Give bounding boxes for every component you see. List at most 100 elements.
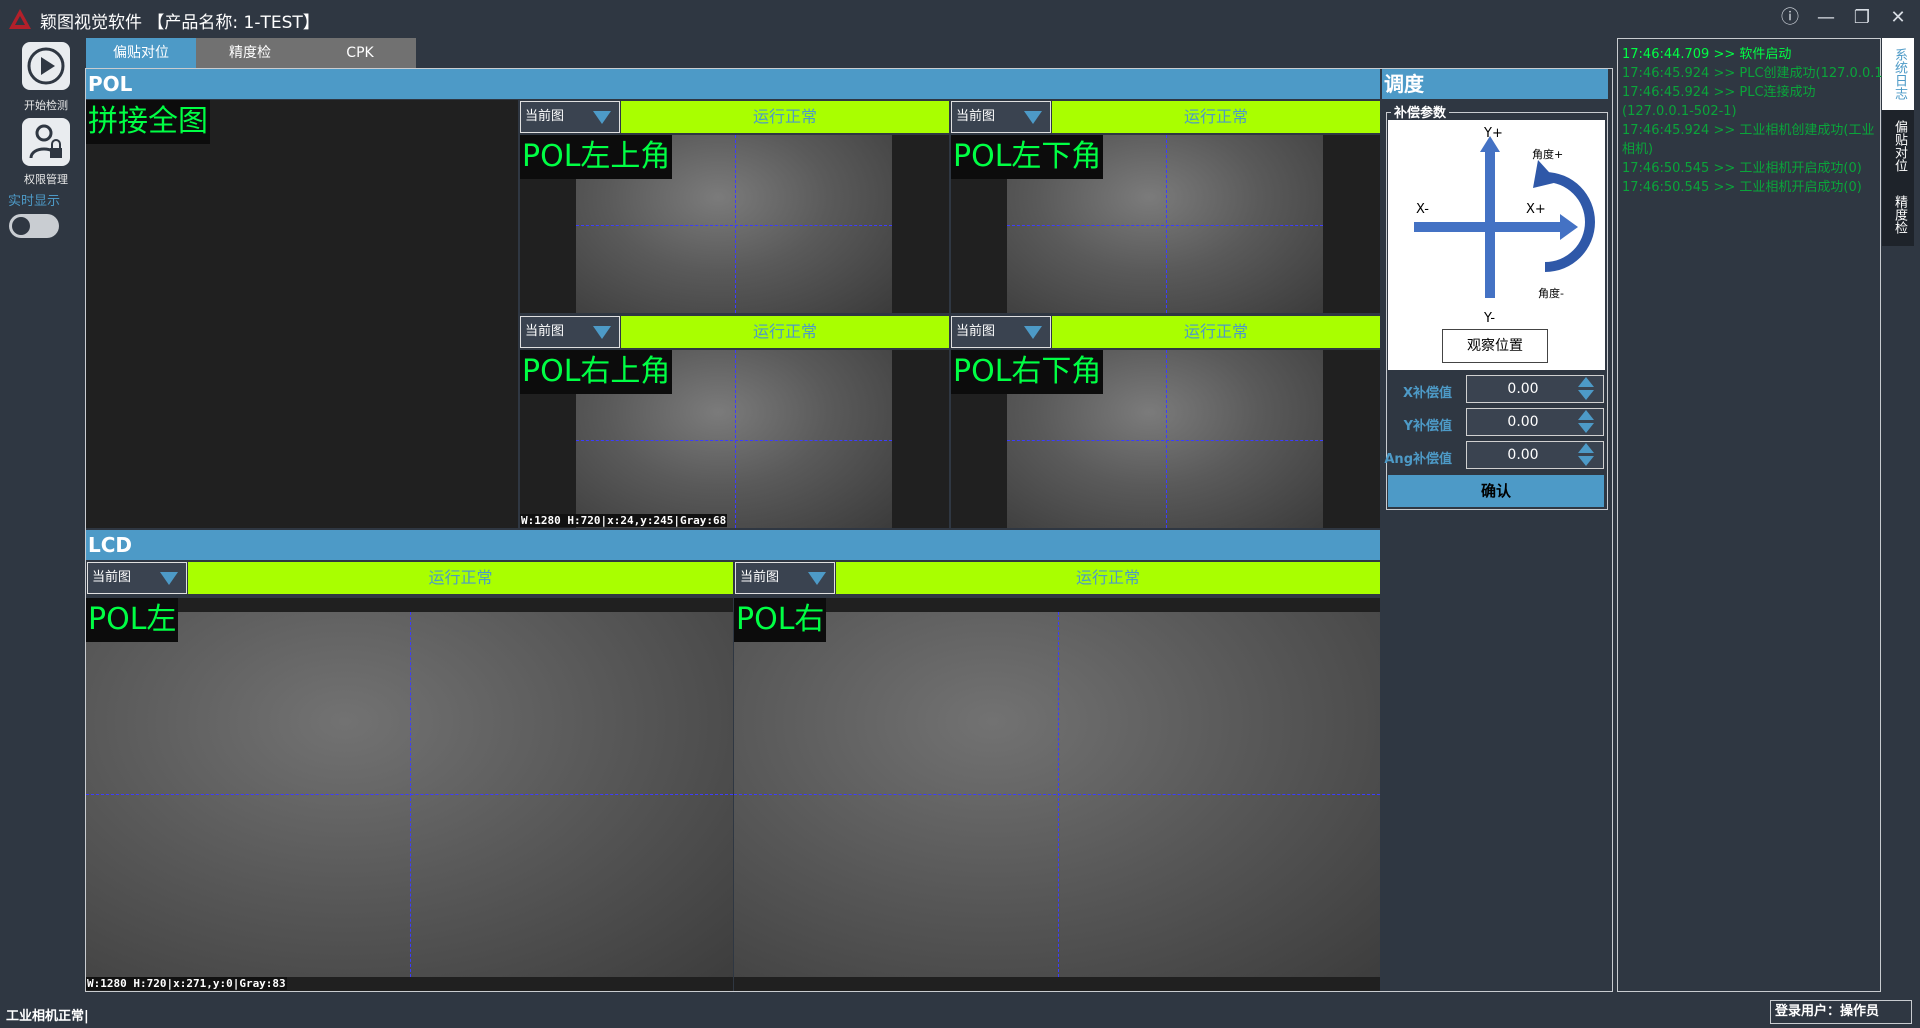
status-pol-rb: 运行正常 [1052,316,1380,348]
restore-icon[interactable]: ❐ [1849,6,1875,30]
image-info: W:1280 H:720|x:271,y:0|Gray:83 [86,977,287,990]
start-detect-label: 开始检测 [24,99,68,112]
y-comp-label: Y补偿值 [1403,419,1452,434]
dropdown-icon [593,111,611,124]
x-comp-label: X补偿值 [1402,386,1452,401]
stitch-view: 拼接全图 [86,100,518,528]
crosshair-h [576,225,892,226]
camera-status: 工业相机正常| [6,1009,89,1024]
cam-view-pol-rt: POL右上角 W:1280 H:720|x:24,y:245|Gray:68 [520,350,949,528]
xplus-label: X+ [1526,202,1546,217]
spin-down-icon[interactable] [1578,423,1594,433]
x-comp-value: 0.00 [1507,381,1539,397]
cam-view-pol-lt: POL左上角 [520,135,949,313]
cam-select-pol-lb[interactable]: 当前图 [951,101,1051,133]
play-icon [27,47,65,85]
rtab-jingdu[interactable]: 精度检 [1882,182,1914,246]
realtime-label: 实时显示 [8,194,61,209]
select-value: 当前图 [92,570,132,585]
cam-label-pol-rt: POL右上角 [520,350,673,394]
tab-cpk[interactable]: CPK [304,38,416,68]
log-panel: 17:46:44.709 >> 软件启动 17:46:45.924 >> PLC创… [1617,38,1888,992]
angminus-label: 角度- [1538,287,1564,300]
y-comp-spinner[interactable] [1575,408,1597,436]
status-lcd-left: 运行正常 [188,562,733,594]
cam-select-pol-rt[interactable]: 当前图 [520,316,620,348]
cam-view-pol-rb: POL右下角 [951,350,1380,528]
app-title: 颖图视觉软件 [40,13,142,33]
cam-select-pol-lt[interactable]: 当前图 [520,101,620,133]
log-line: 17:46:45.924 >> PLC连接成功 [1622,85,1816,100]
spin-down-icon[interactable] [1578,390,1594,400]
window-title: 颖图视觉软件 【产品名称: 1-TEST】 [40,8,320,33]
confirm-button[interactable]: 确认 [1388,475,1604,507]
app-logo [9,9,31,29]
crosshair-v [735,350,736,528]
crosshair-v [1058,612,1059,977]
crosshair-h [1007,225,1323,226]
y-comp-value: 0.00 [1507,414,1539,430]
spin-up-icon[interactable] [1578,410,1594,420]
select-value: 当前图 [956,324,996,339]
cam-select-pol-rb[interactable]: 当前图 [951,316,1051,348]
info-icon[interactable]: ⓘ [1777,6,1803,30]
status-pol-lt: 运行正常 [621,101,949,133]
select-value: 当前图 [525,109,565,124]
status-pol-lb: 运行正常 [1052,101,1380,133]
status-pol-rt: 运行正常 [621,316,949,348]
cam-select-lcd-left[interactable]: 当前图 [87,562,187,594]
status-lcd-right: 运行正常 [836,562,1380,594]
log-line: 17:46:50.545 >> 工业相机开启成功(0) [1622,180,1862,195]
cam-view-pol-lb: POL左下角 [951,135,1380,313]
adjust-header: 调度 [1382,69,1608,99]
spin-up-icon[interactable] [1578,443,1594,453]
select-value: 当前图 [525,324,565,339]
comp-group-title: 补偿参数 [1391,102,1450,121]
permission-label: 权限管理 [24,173,68,186]
pol-header: POL [86,69,1380,99]
tab-jingdu[interactable]: 精度检 [196,38,304,68]
observe-position-button[interactable]: 观察位置 [1442,329,1548,363]
dropdown-icon [1024,326,1042,339]
realtime-toggle[interactable] [9,214,59,238]
log-list: 17:46:44.709 >> 软件启动 17:46:45.924 >> PLC创… [1622,45,1888,197]
rtab-pianti[interactable]: 偏贴对位 [1882,110,1914,182]
yplus-label: Y+ [1484,126,1503,141]
log-line: 17:46:50.545 >> 工业相机开启成功(0) [1622,161,1862,176]
stitch-label: 拼接全图 [86,100,210,144]
x-comp-spinner[interactable] [1575,375,1597,403]
select-value: 当前图 [740,570,780,585]
close-icon[interactable]: ✕ [1885,6,1911,30]
ang-comp-value: 0.00 [1507,447,1539,463]
cam-label-lcd-right: POL右 [734,598,827,642]
yminus-label: Y- [1484,311,1496,326]
crosshair-v [1166,135,1167,313]
cam-label-lcd-left: POL左 [86,598,179,642]
title-bar: 颖图视觉软件 【产品名称: 1-TEST】 ⓘ — ❐ ✕ [0,0,1920,36]
xminus-label: X- [1416,202,1429,217]
crosshair-h [1007,440,1323,441]
cam-label-pol-lt: POL左上角 [520,135,673,179]
log-line: 17:46:45.924 >> PLC创建成功(127.0.0.1) [1622,66,1888,81]
cam-select-lcd-right[interactable]: 当前图 [735,562,835,594]
start-detect-button[interactable] [22,42,70,90]
crosshair-h [576,440,892,441]
crosshair-v [410,612,411,977]
cam-label-pol-rb: POL右下角 [951,350,1104,394]
spin-up-icon[interactable] [1578,377,1594,387]
crosshair-v [735,135,736,313]
ang-comp-label: Ang补偿值 [1384,452,1452,467]
rtab-system-log[interactable]: 系统日志 [1882,38,1914,110]
dropdown-icon [593,326,611,339]
spin-down-icon[interactable] [1578,456,1594,466]
minimize-icon[interactable]: — [1813,6,1839,30]
permission-button[interactable] [22,118,70,166]
ang-comp-spinner[interactable] [1575,441,1597,469]
image-info: W:1280 H:720|x:24,y:245|Gray:68 [520,514,728,527]
crosshair-v [1166,350,1167,528]
log-line: 17:46:45.924 >> 工业相机创建成功(工业 [1622,123,1875,138]
axis-diagram: Y+ Y- X- X+ 角度+ 角度- 观察位置 [1388,120,1605,370]
dropdown-icon [1024,111,1042,124]
user-lock-icon [29,124,62,159]
tab-pianti[interactable]: 偏贴对位 [86,38,196,68]
